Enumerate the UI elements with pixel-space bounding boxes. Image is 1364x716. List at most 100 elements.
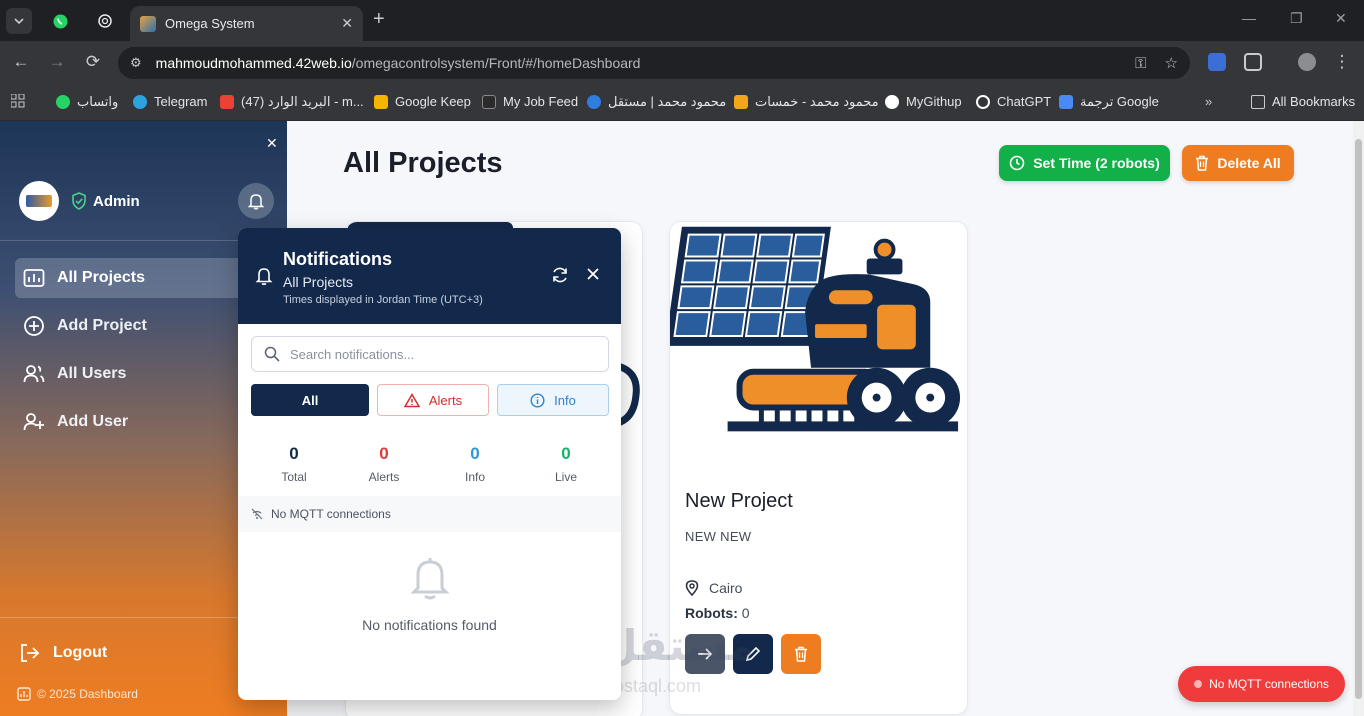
set-time-button[interactable]: Set Time (2 robots) [999, 145, 1170, 181]
notifications-bell-button[interactable] [238, 183, 274, 219]
solar-robot-image [670, 222, 967, 446]
tab-whatsapp[interactable] [47, 8, 73, 34]
filter-all-button[interactable]: All [251, 384, 369, 416]
url-text[interactable]: mahmoudmohammed.42web.io/omegacontrolsys… [156, 55, 1117, 71]
chevron-down-icon [14, 18, 24, 25]
more-bookmarks-icon[interactable]: » [1205, 94, 1212, 109]
bookmark-item[interactable]: البريد الوارد (47) - m... [220, 94, 364, 110]
tab-search-button[interactable] [6, 8, 32, 34]
bookmark-item[interactable]: My Job Feed [482, 94, 578, 109]
extensions-puzzle-icon[interactable] [1244, 53, 1262, 71]
refresh-icon[interactable] [551, 266, 569, 284]
bookmark-item[interactable]: MyGithup [885, 94, 962, 109]
avatar [19, 181, 59, 221]
url-host: mahmoudmohammed.42web.io [155, 55, 352, 71]
tab-title: Omega System [165, 16, 255, 31]
delete-all-button[interactable]: Delete All [1182, 145, 1294, 181]
grid-icon [11, 94, 25, 108]
new-tab-button[interactable]: + [373, 9, 385, 29]
bookmark-item[interactable]: واتساب [56, 94, 118, 110]
apps-grid-icon[interactable] [11, 94, 25, 108]
sidebar-item-add-user[interactable]: Add User [15, 402, 245, 442]
project-description: NEW NEW [685, 529, 752, 544]
url-path: /omegacontrolsystem/Front/#/homeDashboar… [351, 55, 641, 71]
back-button[interactable]: ← [10, 52, 32, 72]
all-bookmarks-folder[interactable]: All Bookmarks [1251, 94, 1355, 109]
search-input[interactable] [290, 346, 590, 362]
location-text: Cairo [709, 580, 743, 596]
sidebar-item-add-project[interactable]: Add Project [15, 306, 245, 346]
stat-value: 0 [289, 444, 299, 463]
notifications-title: Notifications [283, 249, 393, 269]
google-translate-icon [1059, 95, 1073, 109]
users-icon [23, 364, 45, 384]
browser-menu-icon[interactable]: ⋮ [1331, 52, 1353, 72]
bookmark-item[interactable]: محمود محمد - خمسات [734, 94, 879, 110]
password-key-icon[interactable]: ⚿ [1135, 55, 1146, 72]
bookmark-item[interactable]: Google Keep [374, 94, 471, 109]
sidebar-close-icon[interactable]: ✕ [266, 135, 278, 152]
filter-info-button[interactable]: Info [497, 384, 609, 416]
tab-omega-system[interactable]: Omega System ✕ [130, 6, 363, 41]
bookmark-label: ترجمة Google [1080, 94, 1159, 109]
sidebar-item-label: All Users [57, 365, 127, 382]
scrollbar-thumb[interactable] [1355, 139, 1362, 699]
logout-button[interactable]: Logout [19, 643, 107, 663]
close-tab-icon[interactable]: ✕ [341, 15, 353, 32]
notifications-header: Notifications All Projects Times display… [238, 228, 621, 324]
project-robots: Robots: 0 [685, 605, 750, 621]
mqtt-status-toast[interactable]: No MQTT connections [1178, 666, 1345, 702]
filter-alerts-button[interactable]: Alerts [377, 384, 489, 416]
reload-button[interactable]: ⟳ [82, 52, 104, 72]
sidebar-item-all-projects[interactable]: All Projects [15, 258, 245, 298]
whatsapp-icon [56, 95, 70, 109]
watermark: مستقل [601, 622, 755, 669]
notifications-panel: Notifications All Projects Times display… [238, 228, 621, 700]
delete-project-button[interactable] [781, 634, 821, 674]
info-icon [530, 392, 545, 408]
close-icon[interactable] [585, 266, 601, 282]
filter-info-label: Info [554, 392, 576, 408]
browser-tab-bar: Omega System ✕ + — ❐ ✕ [0, 0, 1364, 41]
forward-button[interactable]: → [46, 52, 68, 72]
logout-label: Logout [53, 644, 108, 661]
bookmark-item[interactable]: ChatGPT [976, 94, 1051, 109]
bookmark-item[interactable]: Telegram [133, 94, 207, 109]
address-bar[interactable]: ⚙ mahmoudmohammed.42web.io/omegacontrols… [118, 47, 1190, 79]
bookmark-star-icon[interactable]: ☆ [1165, 54, 1178, 72]
extension-icon[interactable] [1208, 53, 1226, 71]
close-window-button[interactable]: ✕ [1335, 10, 1347, 27]
github-icon [885, 94, 899, 109]
bell-icon [410, 558, 450, 600]
dashboard-icon [17, 687, 31, 701]
whatsapp-icon [53, 14, 67, 28]
profile-avatar[interactable] [1298, 53, 1316, 71]
copyright-text: © 2025 Dashboard [37, 687, 138, 701]
tab-chatgpt[interactable] [92, 8, 118, 34]
stat-value: 0 [379, 444, 389, 463]
chatgpt-icon [976, 94, 990, 109]
restore-button[interactable]: ❐ [1290, 10, 1303, 27]
add-user-icon [23, 412, 45, 432]
google-keep-icon [374, 94, 388, 109]
site-settings-icon[interactable]: ⚙ [130, 55, 142, 71]
bookmark-item[interactable]: محمود محمد | مستقل [587, 94, 726, 110]
stat-live: 0 Live [526, 444, 606, 484]
telegram-icon [133, 94, 147, 109]
delete-all-label: Delete All [1217, 155, 1281, 171]
bookmarks-bar: واتساب Telegram البريد الوارد (47) - m..… [0, 85, 1364, 121]
bookmark-item[interactable]: ترجمة Google [1059, 94, 1159, 110]
omega-logo [26, 195, 52, 207]
copyright: © 2025 Dashboard [17, 687, 138, 701]
sidebar-item-all-users[interactable]: All Users [15, 354, 245, 394]
sidebar-item-label: Add User [57, 413, 129, 430]
trash-icon [795, 646, 807, 662]
notifications-search[interactable] [251, 336, 609, 372]
upwork-icon [482, 94, 496, 109]
scrollbar[interactable] [1353, 121, 1364, 716]
mqtt-status: No MQTT connections [238, 496, 621, 532]
folder-icon [1251, 94, 1265, 109]
robots-count: 0 [741, 605, 750, 621]
minimize-button[interactable]: — [1242, 10, 1256, 26]
logout-icon [21, 644, 40, 662]
